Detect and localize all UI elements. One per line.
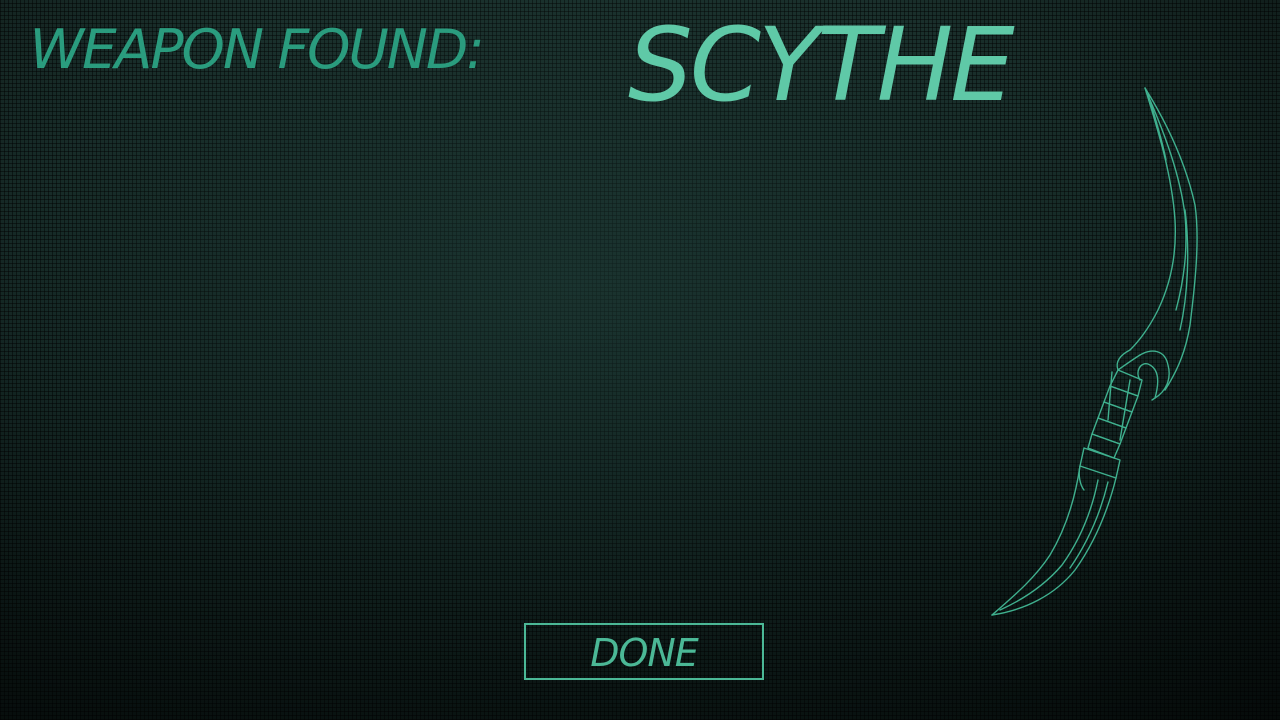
weapon-name-title: SCYTHE	[628, 6, 1015, 125]
weapon-found-label: WEAPON FOUND:	[29, 18, 485, 81]
scythe-blade-sketch-icon	[991, 87, 1198, 616]
done-button-label: DONE	[590, 630, 699, 675]
done-button[interactable]: DONE	[524, 623, 764, 680]
weapon-found-screen: WEAPON FOUND: SCYTHE DONE	[0, 0, 1280, 720]
